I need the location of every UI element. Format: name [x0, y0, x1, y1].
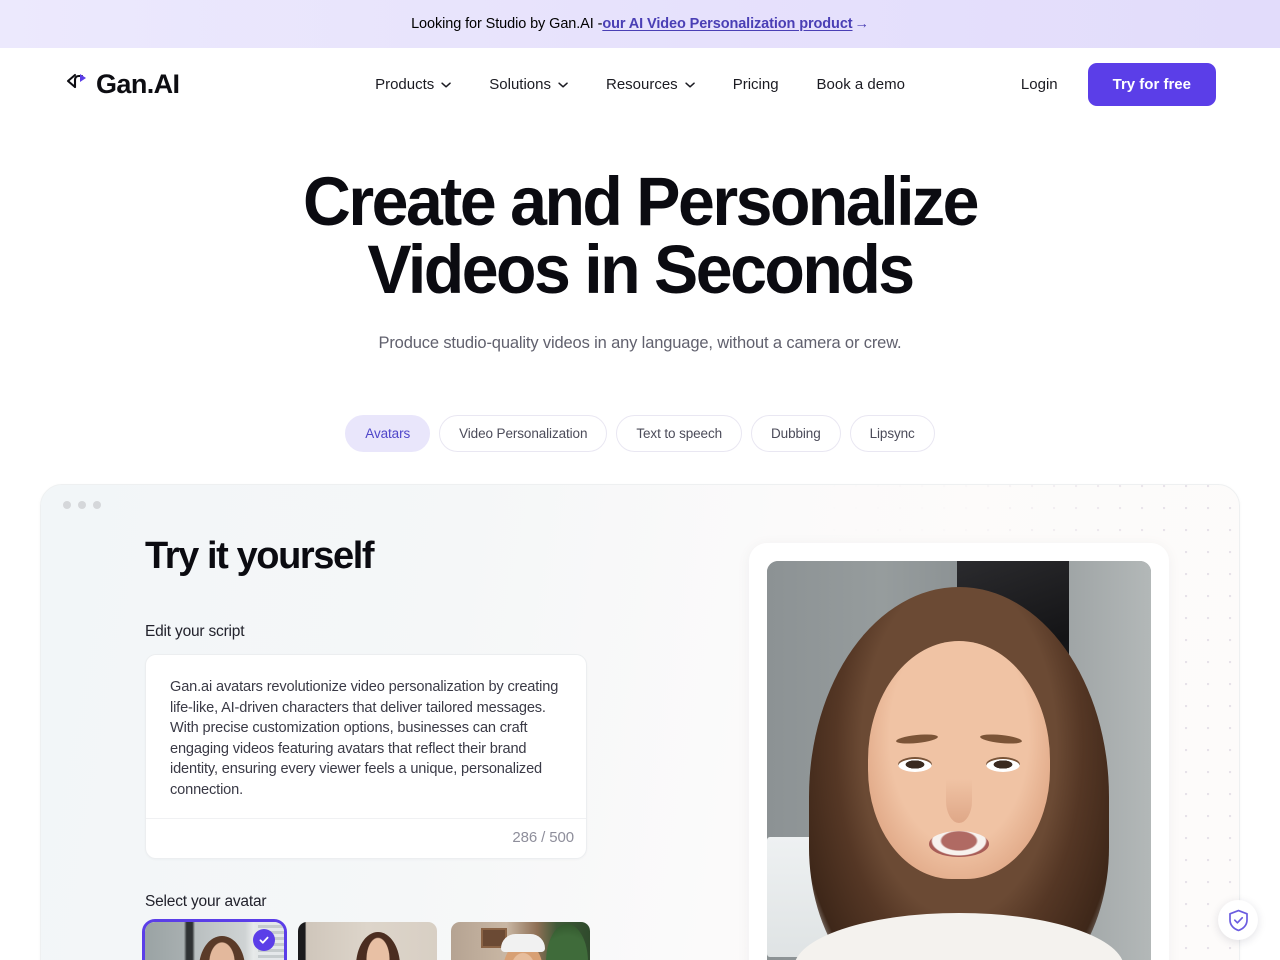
chevron-down-icon: [558, 82, 568, 88]
window-dot: [93, 501, 101, 509]
script-label: Edit your script: [145, 623, 245, 640]
demo-editor-panel: Try it yourself Edit your script Gan.ai …: [142, 535, 665, 960]
avatar-thumbnail-image: [451, 922, 590, 960]
video-preview-card: DEN: [749, 543, 1169, 960]
nav-item-pricing[interactable]: Pricing: [733, 76, 779, 93]
avatar-face: [868, 641, 1050, 879]
avatar-thumbnail-image: [298, 922, 437, 960]
window-dot: [63, 501, 71, 509]
script-input[interactable]: Gan.ai avatars revolutionize video perso…: [146, 655, 586, 818]
nav-item-label: Products: [375, 75, 435, 93]
hero-section: Create and Personalize Videos in Seconds…: [0, 120, 1280, 452]
script-editor[interactable]: Gan.ai avatars revolutionize video perso…: [145, 654, 587, 859]
demo-title: Try it yourself: [145, 535, 375, 577]
nav-item-label: Solutions: [489, 75, 551, 93]
try-for-free-button[interactable]: Try for free: [1087, 62, 1216, 106]
tab-text-to-speech[interactable]: Text to speech: [616, 415, 743, 452]
announcement-banner[interactable]: Looking for Studio by Gan.AI - our AI Vi…: [0, 0, 1280, 48]
tab-video-personalization[interactable]: Video Personalization: [439, 415, 608, 452]
nav-item-book-a-demo[interactable]: Book a demo: [817, 76, 905, 93]
chevron-down-icon: [441, 82, 452, 88]
nav-item-resources[interactable]: Resources: [606, 76, 695, 93]
gan-ai-logo-icon: [66, 73, 86, 89]
avatar-option-office-woman[interactable]: [142, 919, 287, 960]
banner-text: Looking for Studio by Gan.AI -: [411, 16, 603, 32]
nav-item-label: Book a demo: [816, 75, 905, 93]
demo-card: Try it yourself Edit your script Gan.ai …: [40, 484, 1240, 960]
banner-link[interactable]: our AI Video Personalization product: [602, 16, 852, 32]
script-footer: 286 / 500: [146, 818, 586, 858]
page-title: Create and Personalize Videos in Seconds: [26, 167, 1255, 304]
check-icon: [253, 929, 275, 951]
nav-item-label: Resources: [605, 75, 678, 93]
shield-check-icon: [1228, 909, 1248, 931]
video-player[interactable]: DEN: [767, 561, 1151, 960]
nav-item-products[interactable]: Products: [375, 75, 452, 93]
avatar-option-studio-woman[interactable]: [298, 922, 437, 960]
tab-lipsync[interactable]: Lipsync: [849, 415, 935, 452]
hero-title-line-1: Create and Personalize: [302, 163, 980, 240]
window-dot: [78, 501, 86, 509]
tab-avatars[interactable]: Avatars: [345, 415, 431, 452]
nav-links: Products Solutions Resources Pricing Boo…: [375, 76, 905, 93]
demo-preview-panel: DEN: [749, 543, 1169, 960]
avatar-label: Select your avatar: [145, 893, 267, 910]
demo-section: Try it yourself Edit your script Gan.ai …: [0, 484, 1280, 960]
arrow-right-icon: →: [854, 16, 870, 32]
hero-subtitle: Produce studio-quality videos in any lan…: [378, 334, 902, 352]
avatar-list: [142, 919, 665, 960]
feature-tabs: Avatars Video Personalization Text to sp…: [0, 415, 1280, 452]
hero-title-line-2: Videos in Seconds: [367, 231, 915, 308]
window-dots: [63, 501, 101, 509]
nav-item-label: Pricing: [732, 75, 779, 93]
login-link[interactable]: Login: [1021, 76, 1058, 93]
privacy-shield-button[interactable]: [1218, 900, 1258, 940]
logo[interactable]: Gan.AI: [64, 68, 180, 100]
main-navigation: Gan.AI Products Solutions Resources Pric…: [0, 48, 1280, 120]
avatar-option-christmas-man[interactable]: [451, 922, 590, 960]
logo-text: Gan.AI: [96, 68, 180, 99]
nav-actions: Login Try for free: [1021, 62, 1216, 106]
character-counter: 286 / 500: [512, 829, 574, 846]
tab-dubbing[interactable]: Dubbing: [751, 415, 841, 452]
chevron-down-icon: [684, 82, 695, 88]
nav-item-solutions[interactable]: Solutions: [489, 76, 568, 93]
